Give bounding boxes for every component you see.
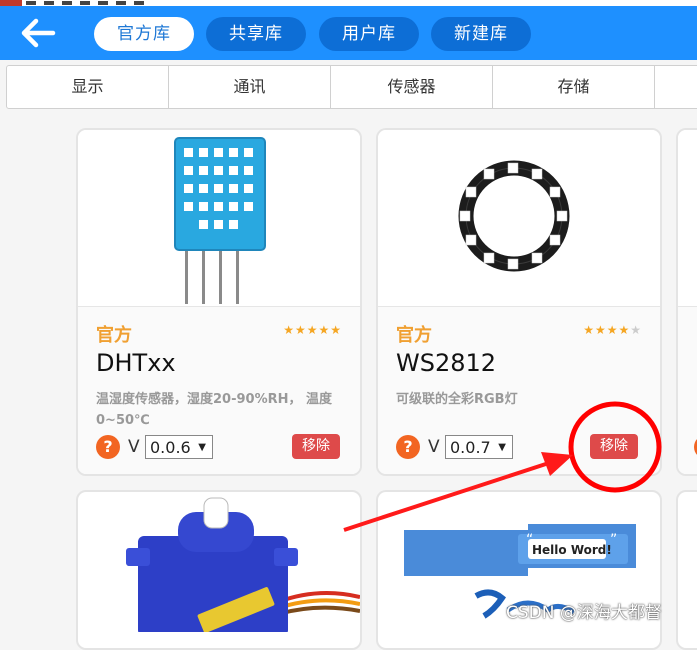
- caret-down-icon: ▼: [198, 442, 206, 453]
- remove-button[interactable]: 移除: [292, 434, 340, 459]
- card-info: 官方 ★★★★★ WS2812 可级联的全彩RGB灯 ? V 0.0.7 ▼ 移…: [378, 307, 660, 474]
- back-arrow-icon[interactable]: [20, 18, 56, 48]
- category-more[interactable]: [655, 66, 697, 108]
- category-storage[interactable]: 存储: [493, 66, 655, 108]
- tab-new-library[interactable]: 新建库: [431, 17, 531, 51]
- library-name: WS2812: [396, 349, 497, 377]
- official-badge: 官方: [96, 325, 132, 346]
- version-select[interactable]: 0.0.7 ▼: [445, 435, 513, 459]
- library-card-dhtxx: 官方 ★★★★★ DHTxx 温湿度传感器，湿度20-90%RH， 温度0~50…: [76, 128, 362, 476]
- version-value: 0.0.7: [450, 438, 491, 457]
- tab-user-library[interactable]: 用户库: [319, 17, 419, 51]
- library-card-ws2812: 官方 ★★★★★ WS2812 可级联的全彩RGB灯 ? V 0.0.7 ▼ 移…: [376, 128, 662, 476]
- category-communication[interactable]: 通讯: [169, 66, 331, 108]
- version-label: V: [428, 437, 440, 457]
- card-info: 官方 ★★★★★ DHTxx 温湿度传感器，湿度20-90%RH， 温度0~50…: [78, 307, 360, 474]
- library-card-servo: [76, 490, 362, 650]
- official-badge: 官方: [396, 325, 432, 346]
- ws2812-ring-image: [378, 130, 660, 307]
- category-display[interactable]: 显示: [7, 66, 169, 108]
- card-image: [678, 130, 697, 307]
- version-select[interactable]: 0.0.6 ▼: [145, 435, 213, 459]
- help-question-icon[interactable]: ?: [396, 435, 420, 459]
- hello-word-text: Hello Word!: [532, 543, 612, 557]
- library-header: 官方库 共享库 用户库 新建库: [0, 6, 697, 60]
- library-card-partial: [676, 490, 697, 650]
- library-card-blockly: “ Hello Word! ”: [376, 490, 662, 650]
- tab-official-library[interactable]: 官方库: [94, 17, 194, 51]
- watermark-text: CSDN @深海大都督: [506, 603, 662, 623]
- svg-text:”: ”: [610, 532, 617, 548]
- rating-stars: ★★★★★: [583, 323, 642, 337]
- help-question-icon[interactable]: ?: [96, 435, 120, 459]
- version-value: 0.0.6: [150, 438, 191, 457]
- dht-sensor-image: [78, 130, 360, 307]
- servo-motor-image: [126, 497, 360, 636]
- library-card-partial: [676, 128, 697, 476]
- version-label: V: [128, 437, 140, 457]
- remove-button[interactable]: 移除: [590, 434, 638, 459]
- caret-down-icon: ▼: [498, 442, 506, 453]
- card-info: [678, 307, 697, 474]
- library-description: 可级联的全彩RGB灯: [396, 392, 518, 407]
- library-name: DHTxx: [96, 349, 176, 377]
- category-bar: 显示 通讯 传感器 存储: [6, 65, 697, 109]
- tab-shared-library[interactable]: 共享库: [206, 17, 306, 51]
- titlebar-text-fragment: [26, 1, 146, 5]
- category-sensor[interactable]: 传感器: [331, 66, 493, 108]
- library-description: 温湿度传感器，湿度20-90%RH， 温度0~50℃: [96, 392, 333, 428]
- rating-stars: ★★★★★: [283, 323, 342, 337]
